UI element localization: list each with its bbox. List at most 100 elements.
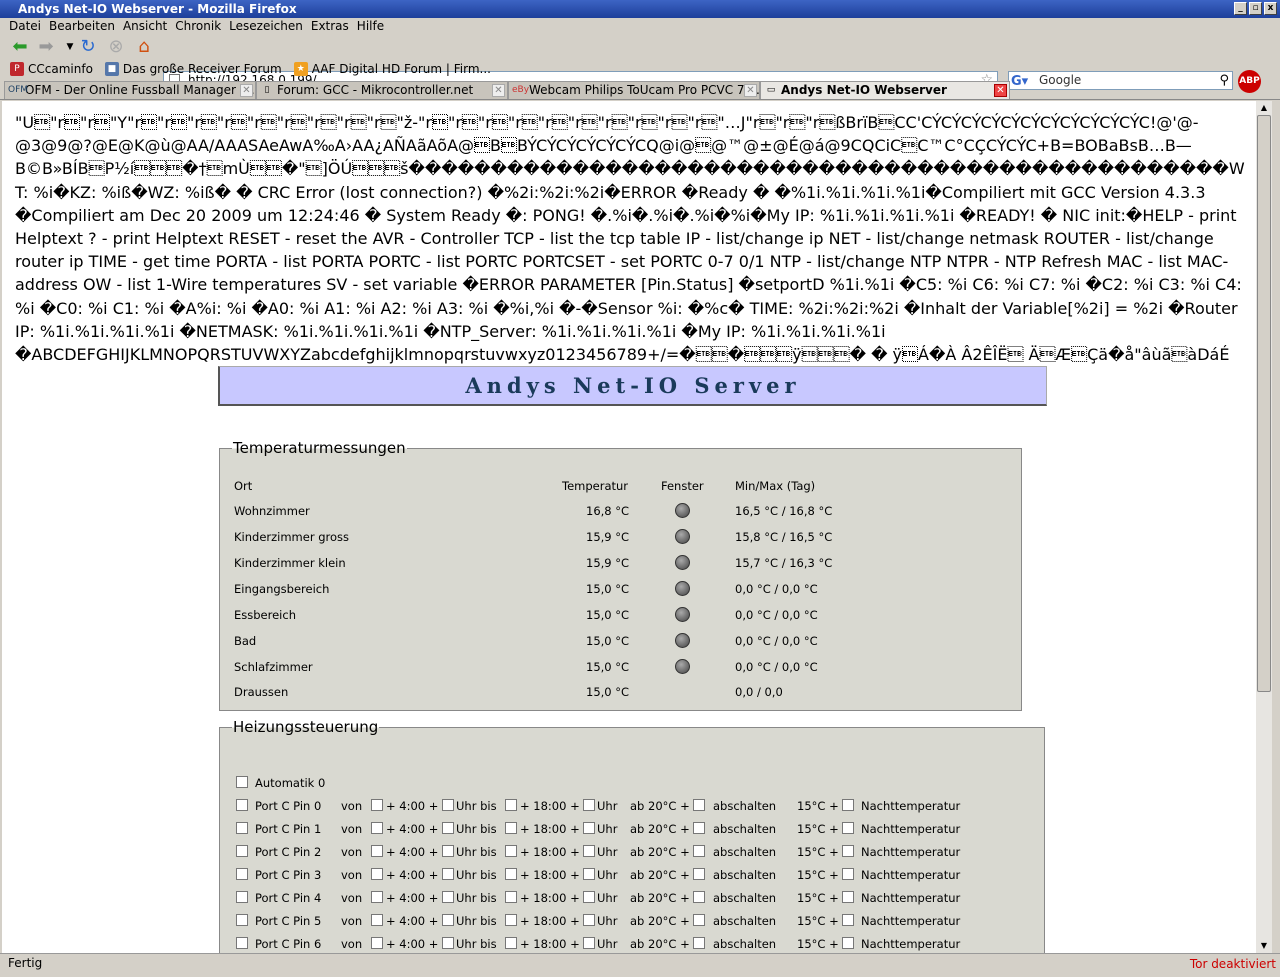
back-icon[interactable]: ⬅ — [10, 37, 30, 57]
end-offset-checkbox[interactable] — [505, 937, 517, 949]
end-offset-checkbox[interactable] — [505, 845, 517, 857]
uhr-checkbox[interactable] — [583, 822, 595, 834]
start-offset-checkbox[interactable] — [371, 799, 383, 811]
start-offset-checkbox[interactable] — [371, 822, 383, 834]
close-tab-icon[interactable]: ✕ — [744, 84, 757, 97]
tab-ofm[interactable]: OFM OFM - Der Online Fussball Manager i.… — [4, 81, 256, 99]
uhr-checkbox[interactable] — [583, 868, 595, 880]
forward-icon[interactable]: ➡ — [36, 37, 56, 57]
nacht-checkbox[interactable] — [842, 868, 854, 880]
bookmark-cccaminfo[interactable]: P CCcaminfo — [10, 62, 93, 76]
close-tab-icon[interactable]: ✕ — [492, 84, 505, 97]
port-checkbox[interactable] — [236, 822, 248, 834]
port-checkbox[interactable] — [236, 914, 248, 926]
abschalten-checkbox[interactable] — [693, 799, 705, 811]
window-led-icon — [675, 503, 690, 518]
uhr-bis-checkbox[interactable] — [442, 822, 454, 834]
bookmark-aaf-forum[interactable]: ★ AAF Digital HD Forum | Firm... — [293, 62, 491, 76]
uhr-checkbox[interactable] — [583, 914, 595, 926]
automatik-label: Automatik 0 — [255, 776, 326, 790]
menu-extras[interactable]: Extras — [307, 18, 353, 35]
room-minmax: 15,7 °C / 16,3 °C — [735, 556, 833, 570]
menu-chronik[interactable]: Chronik — [171, 18, 225, 35]
start-offset-checkbox[interactable] — [371, 937, 383, 949]
uhr-bis-checkbox[interactable] — [442, 845, 454, 857]
reload-icon[interactable]: ↻ — [78, 37, 98, 57]
port-checkbox[interactable] — [236, 868, 248, 880]
temp-15-label: 15°C + — [797, 914, 839, 928]
tor-status[interactable]: Tor deaktiviert — [1190, 955, 1276, 973]
history-dropdown-icon[interactable]: ▼ — [60, 37, 80, 57]
nachttemperatur-label: Nachttemperatur — [861, 914, 961, 928]
scroll-down-icon[interactable]: ▼ — [1256, 939, 1272, 953]
menu-lesezeichen[interactable]: Lesezeichen — [225, 18, 307, 35]
uhr-label: Uhr — [597, 822, 618, 836]
uhr-checkbox[interactable] — [583, 799, 595, 811]
port-row: Port C Pin 6 von + 4:00 + Uhr bis + 18:00 + U… — [220, 937, 1046, 953]
end-offset-checkbox[interactable] — [505, 868, 517, 880]
tab-gcc-forum[interactable]: ▯ Forum: GCC - Mikrocontroller.net ✕ — [256, 81, 508, 99]
bookmark-receiver-forum[interactable]: ■ Das große Receiver Forum — [104, 62, 282, 76]
uhr-bis-label: Uhr bis — [456, 914, 497, 928]
start-offset-checkbox[interactable] — [371, 891, 383, 903]
room-minmax: 16,5 °C / 16,8 °C — [735, 504, 833, 518]
port-checkbox[interactable] — [236, 845, 248, 857]
nacht-checkbox[interactable] — [842, 937, 854, 949]
menu-datei[interactable]: Datei — [5, 18, 45, 35]
end-offset-checkbox[interactable] — [505, 891, 517, 903]
abschalten-checkbox[interactable] — [693, 914, 705, 926]
nacht-checkbox[interactable] — [842, 799, 854, 811]
end-offset-checkbox[interactable] — [505, 822, 517, 834]
menu-ansicht[interactable]: Ansicht — [119, 18, 171, 35]
tab-ebay-webcam[interactable]: eBy Webcam Philips ToUcam Pro PCVC 74...… — [508, 81, 760, 99]
start-offset-checkbox[interactable] — [371, 845, 383, 857]
scroll-thumb[interactable] — [1257, 115, 1271, 692]
room-temperature: 15,0 °C — [586, 634, 630, 648]
automatik-checkbox[interactable] — [236, 776, 248, 788]
room-name: Wohnzimmer — [234, 504, 310, 518]
vertical-scrollbar[interactable]: ▲ ▼ — [1256, 101, 1272, 953]
nacht-checkbox[interactable] — [842, 845, 854, 857]
abschalten-checkbox[interactable] — [693, 868, 705, 880]
start-offset-checkbox[interactable] — [371, 914, 383, 926]
close-tab-icon[interactable]: ✕ — [240, 84, 253, 97]
table-row: Kinderzimmer klein 15,9 °C 15,7 °C / 16,… — [220, 555, 1020, 576]
uhr-bis-checkbox[interactable] — [442, 914, 454, 926]
start-offset-checkbox[interactable] — [371, 868, 383, 880]
window-led-icon — [675, 555, 690, 570]
menu-bearbeiten[interactable]: Bearbeiten — [45, 18, 119, 35]
abschalten-checkbox[interactable] — [693, 822, 705, 834]
port-checkbox[interactable] — [236, 937, 248, 949]
abschalten-checkbox[interactable] — [693, 937, 705, 949]
port-checkbox[interactable] — [236, 799, 248, 811]
tab-netio[interactable]: ▭ Andys Net-IO Webserver ✕ — [760, 81, 1010, 99]
port-checkbox[interactable] — [236, 891, 248, 903]
uhr-bis-checkbox[interactable] — [442, 937, 454, 949]
uhr-checkbox[interactable] — [583, 845, 595, 857]
tab-label: OFM - Der Online Fussball Manager i... — [25, 83, 255, 97]
table-row: Essbereich 15,0 °C 0,0 °C / 0,0 °C — [220, 607, 1020, 628]
nacht-checkbox[interactable] — [842, 891, 854, 903]
close-window-button[interactable]: x — [1264, 2, 1277, 15]
room-temperature: 15,0 °C — [586, 582, 630, 596]
end-offset-checkbox[interactable] — [505, 799, 517, 811]
menu-hilfe[interactable]: Hilfe — [353, 18, 388, 35]
nacht-checkbox[interactable] — [842, 822, 854, 834]
scroll-up-icon[interactable]: ▲ — [1256, 101, 1272, 115]
port-row: Port C Pin 0 von + 4:00 + Uhr bis + 18:00 + U… — [220, 799, 1046, 819]
uhr-bis-checkbox[interactable] — [442, 868, 454, 880]
nacht-checkbox[interactable] — [842, 914, 854, 926]
abschalten-checkbox[interactable] — [693, 891, 705, 903]
uhr-bis-checkbox[interactable] — [442, 799, 454, 811]
close-tab-icon[interactable]: ✕ — [994, 84, 1007, 97]
home-icon[interactable]: ⌂ — [134, 37, 154, 57]
port-label: Port C Pin 1 — [255, 822, 322, 836]
end-offset-checkbox[interactable] — [505, 914, 517, 926]
maximize-button[interactable]: ▫ — [1249, 2, 1262, 15]
uhr-checkbox[interactable] — [583, 891, 595, 903]
minimize-button[interactable]: _ — [1234, 2, 1247, 15]
uhr-bis-checkbox[interactable] — [442, 891, 454, 903]
abschalten-checkbox[interactable] — [693, 845, 705, 857]
uhr-checkbox[interactable] — [583, 937, 595, 949]
stop-icon[interactable]: ⊗ — [106, 37, 126, 57]
